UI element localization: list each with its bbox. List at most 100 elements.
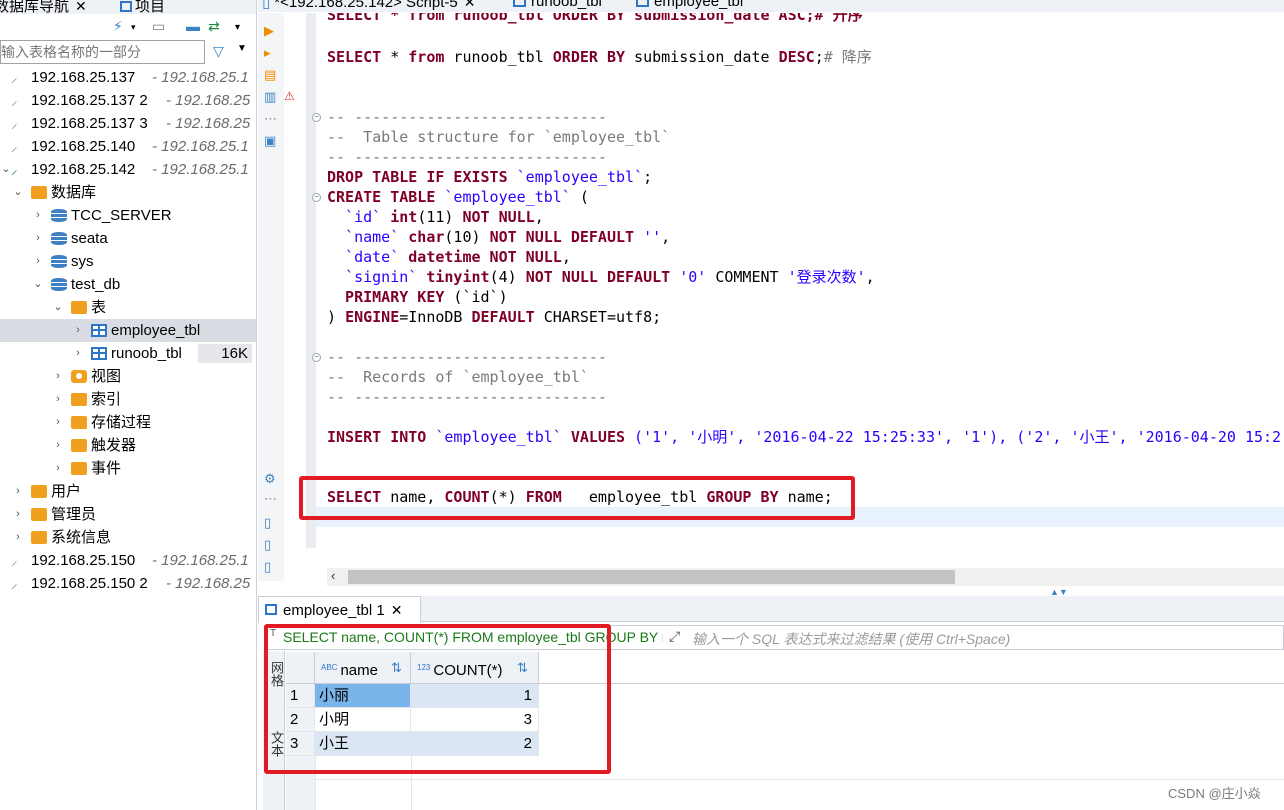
- tree-item-connection[interactable]: ⸝ 192.168.25.137 3 - 192.168.25: [0, 112, 256, 135]
- filter-placeholder: 输入表格名称的一部分: [1, 44, 141, 60]
- chevron-right-icon[interactable]: ›: [52, 411, 64, 434]
- tree-item-admins[interactable]: › 管理员: [0, 503, 256, 526]
- tree-item-database[interactable]: › seata: [0, 227, 256, 250]
- execute-script-icon[interactable]: ▤: [264, 67, 276, 83]
- close-icon[interactable]: ✕: [75, 0, 87, 15]
- tree-item-host: - 192.168.25: [166, 575, 251, 592]
- chevron-down-icon[interactable]: ⌄: [52, 296, 64, 319]
- tab-runoob-tbl[interactable]: runoob_tbl: [513, 0, 602, 12]
- grid-line: [315, 779, 1284, 780]
- scroll-left-icon[interactable]: ‹: [331, 568, 335, 583]
- tree-item-label: 192.168.25.140: [31, 138, 136, 155]
- collapse-icon[interactable]: ▬: [186, 18, 200, 34]
- connection-icon: ⸝: [11, 553, 18, 568]
- tree-item-sysinfo[interactable]: › 系统信息: [0, 526, 256, 549]
- tab-database-navigator[interactable]: 数据库导航 ✕: [0, 0, 87, 15]
- table-size-badge: 16K: [198, 344, 252, 363]
- tree-item-databases[interactable]: ⌄ 数据库: [0, 181, 256, 204]
- chevron-right-icon[interactable]: ›: [32, 227, 44, 250]
- tree-item-connection[interactable]: ⸝ 192.168.25.137 - 192.168.25.1: [0, 66, 256, 89]
- tab-results[interactable]: employee_tbl 1 ✕: [258, 596, 421, 623]
- filter-icon[interactable]: ▽: [213, 43, 224, 60]
- fold-toggle-icon[interactable]: −: [312, 353, 321, 362]
- chevron-right-icon[interactable]: ›: [32, 204, 44, 227]
- connection-icon: ⸝: [11, 116, 18, 131]
- tree-item-tables[interactable]: ⌄ 表: [0, 296, 256, 319]
- tree-item-database-open[interactable]: ⌄ test_db: [0, 273, 256, 296]
- tree-item-connection[interactable]: ⸝ 192.168.25.150 2 - 192.168.25: [0, 572, 256, 595]
- tree-item-database[interactable]: › sys: [0, 250, 256, 273]
- close-icon[interactable]: ✕: [464, 0, 476, 11]
- tree-item-table[interactable]: › runoob_tbl 16K: [0, 342, 256, 365]
- fold-toggle-icon[interactable]: −: [312, 193, 321, 202]
- tree-item-connection-active[interactable]: ⌄ ⸝ 192.168.25.142 - 192.168.25.1: [0, 158, 256, 181]
- tree-item-indexes[interactable]: › 索引: [0, 388, 256, 411]
- tree-item-connection[interactable]: ⸝ 192.168.25.137 2 - 192.168.25: [0, 89, 256, 112]
- tree-item-connection[interactable]: ⸝ 192.168.25.140 - 192.168.25.1: [0, 135, 256, 158]
- code-line: -- ----------------------------: [327, 388, 607, 406]
- chevron-right-icon[interactable]: ›: [12, 526, 24, 549]
- save-script-icon[interactable]: ▯: [264, 559, 271, 575]
- tree-item-procedures[interactable]: › 存储过程: [0, 411, 256, 434]
- chevron-right-icon[interactable]: ›: [52, 388, 64, 411]
- chevron-down-icon[interactable]: ⌄: [12, 181, 24, 204]
- filter-expression-input[interactable]: 输入一个 SQL 表达式来过滤结果 (使用 Ctrl+Space): [692, 629, 1010, 649]
- more-icon[interactable]: ⋯: [264, 111, 277, 127]
- explain-plan-icon[interactable]: ▥: [264, 89, 276, 105]
- chevron-right-icon[interactable]: ›: [72, 342, 84, 365]
- new-folder-icon[interactable]: ▭: [152, 18, 165, 35]
- tab-script-5[interactable]: ▯ *<192.168.25.142> Script-5 ✕: [262, 0, 475, 12]
- table-filter-input[interactable]: 输入表格名称的一部分: [0, 40, 205, 64]
- tree-item-host: - 192.168.25: [166, 115, 251, 132]
- scrollbar-thumb[interactable]: [348, 570, 955, 584]
- folder-icon: [71, 462, 87, 475]
- system-info-icon: [31, 531, 47, 544]
- tree-item-label: runoob_tbl: [111, 345, 182, 362]
- new-connection-icon[interactable]: ⚡: [113, 18, 123, 35]
- chevron-down-icon[interactable]: ⌄: [32, 273, 44, 296]
- chevron-right-icon[interactable]: ›: [72, 319, 84, 342]
- tree-item-label: 表: [91, 299, 107, 316]
- console-icon[interactable]: ▣: [264, 133, 276, 149]
- tree-item-views[interactable]: › 视图: [0, 365, 256, 388]
- tree-item-events[interactable]: › 事件: [0, 457, 256, 480]
- chevron-right-icon[interactable]: ›: [52, 365, 64, 388]
- tab-employee-tbl[interactable]: employee_tbl: [636, 0, 743, 12]
- more-icon[interactable]: ⋯: [264, 491, 277, 507]
- code-line: INSERT INTO `employee_tbl` VALUES ('1', …: [327, 428, 1282, 446]
- chevron-right-icon[interactable]: ›: [52, 434, 64, 457]
- users-icon: [31, 485, 47, 498]
- link-editor-icon[interactable]: ⇄: [208, 18, 220, 35]
- connection-icon: ⸝: [11, 139, 18, 154]
- chevron-right-icon[interactable]: ›: [32, 250, 44, 273]
- chevron-right-icon[interactable]: ›: [52, 457, 64, 480]
- export-icon[interactable]: ▯: [264, 515, 271, 531]
- execute-icon[interactable]: ▶: [264, 23, 274, 39]
- code-line: PRIMARY KEY (`id`): [327, 288, 508, 306]
- chevron-down-icon[interactable]: ▼: [237, 43, 247, 54]
- tree-item-triggers[interactable]: › 触发器: [0, 434, 256, 457]
- load-script-icon[interactable]: ▯: [264, 537, 271, 553]
- tree-item-database[interactable]: › TCC_SERVER: [0, 204, 256, 227]
- tree-item-label: 事件: [91, 460, 122, 477]
- tree-item-label: 数据库: [51, 184, 97, 201]
- chevron-right-icon[interactable]: ›: [12, 480, 24, 503]
- tree-item-table-selected[interactable]: › employee_tbl: [0, 319, 256, 342]
- table-icon: [513, 0, 526, 7]
- fold-toggle-icon[interactable]: −: [312, 113, 321, 122]
- tree-item-label: 索引: [91, 391, 122, 408]
- tree-item-users[interactable]: › 用户: [0, 480, 256, 503]
- execute-new-tab-icon[interactable]: ▸: [264, 45, 271, 61]
- gear-icon[interactable]: ⚙: [264, 471, 276, 487]
- script-icon: ▯: [262, 0, 271, 11]
- tab-label: employee_tbl: [654, 0, 744, 10]
- close-icon[interactable]: ✕: [391, 597, 403, 623]
- dropdown-icon[interactable]: ▾: [131, 22, 136, 33]
- expand-icon[interactable]: ⤢: [669, 628, 680, 645]
- code-line: -- ----------------------------: [327, 108, 607, 126]
- tree-item-connection[interactable]: ⸝ 192.168.25.150 - 192.168.25.1: [0, 549, 256, 572]
- view-menu-icon[interactable]: ▾: [235, 22, 240, 33]
- tab-projects[interactable]: 项目: [120, 0, 165, 15]
- chevron-right-icon[interactable]: ›: [12, 503, 24, 526]
- tree-item-label: 192.168.25.137: [31, 69, 136, 86]
